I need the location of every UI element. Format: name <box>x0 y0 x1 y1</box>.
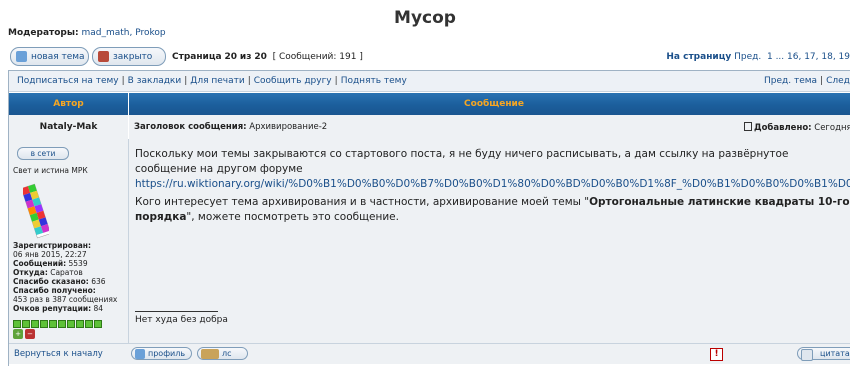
column-author-header: Автор <box>9 93 128 116</box>
topic-links-bar: Подписаться на тему | В закладки | Для печат… <box>9 71 850 92</box>
users-icon <box>201 349 219 359</box>
rep-block <box>58 320 66 328</box>
thanks-said-value: 636 <box>91 277 106 286</box>
page-current: 20 <box>224 52 238 62</box>
post-paragraph-1: Поскольку мои темы закрываются со старто… <box>135 147 850 192</box>
moderators: Модераторы: mad_math, Prokop <box>8 28 166 38</box>
bookmarks-link[interactable]: В закладки <box>128 76 182 86</box>
lock-icon <box>98 51 109 62</box>
rep-block <box>76 320 84 328</box>
quote-label: цитата <box>820 349 850 358</box>
post-footer: Вернуться к началу профиль лс ! цитата <box>9 343 850 364</box>
sep: | <box>121 76 125 86</box>
signature: Нет худа без добра <box>135 315 228 325</box>
rep-block <box>13 320 21 328</box>
next-topic-link[interactable]: След. те <box>826 76 850 86</box>
rep-label: Очков репутации: <box>13 304 92 313</box>
page-of: из <box>239 52 252 62</box>
post-date: Добавлено: Сегодня, 17 <box>744 122 850 133</box>
rep-value: 84 <box>93 304 104 313</box>
registered-label: Зарегистрирован: <box>13 241 91 250</box>
rep-block <box>22 320 30 328</box>
page-info: Страница 20 из 20 [ Сообщений: 191 ] <box>172 52 363 62</box>
from-value: Саратов <box>50 268 83 277</box>
closed-button[interactable]: закрыто <box>92 47 166 66</box>
profile-label: профиль <box>148 349 186 358</box>
reputation-bar <box>13 320 102 328</box>
signature-divider <box>135 311 218 312</box>
thumbs-up-icon[interactable]: + <box>13 329 23 339</box>
page-title: Мусор <box>394 8 456 28</box>
profile-icon <box>135 349 145 359</box>
sep: | <box>820 76 824 86</box>
pagination-pages[interactable]: 1 ... 16, 17, 18, 19 <box>767 52 850 62</box>
page-info-prefix: Страница <box>172 52 222 62</box>
report-icon[interactable]: ! <box>710 348 723 361</box>
post-subject-bar: Заголовок сообщения: Архивирование-2 Доб… <box>129 115 850 140</box>
thanks-got-value: 453 раз в 387 сообщениях <box>13 295 118 304</box>
subject-value: Архивирование-2 <box>249 122 328 132</box>
wiktionary-link[interactable]: https://ru.wiktionary.org/wiki/%D0%B1%D0… <box>135 178 850 190</box>
page-total: 20 <box>254 52 267 62</box>
messages-count: [ Сообщений: 191 ] <box>272 52 363 62</box>
rep-block <box>94 320 102 328</box>
moderators-label: Модераторы: <box>8 28 79 38</box>
post-body: Поскольку мои темы закрываются со старто… <box>129 139 850 343</box>
back-to-top-link[interactable]: Вернуться к началу <box>14 349 103 359</box>
pagination-prev[interactable]: Пред. <box>734 52 761 62</box>
online-status-button[interactable]: в сети <box>17 147 69 160</box>
sep: | <box>184 76 188 86</box>
moderators-links[interactable]: mad_math, Prokop <box>81 28 165 38</box>
closed-label: закрыто <box>113 51 153 62</box>
post-text-2c: ", можете посмотреть это сообщение. <box>186 211 399 223</box>
sep: | <box>247 76 251 86</box>
tell-friend-link[interactable]: Сообщить другу <box>254 76 332 86</box>
column-message-header: Сообщение <box>129 93 850 116</box>
thumbs-down-icon[interactable]: − <box>25 329 35 339</box>
post-icon <box>744 122 752 131</box>
profile-button[interactable]: профиль <box>131 347 192 360</box>
user-icons: + − <box>13 329 35 339</box>
topic-toolbar: новая тема закрыто Страница 20 из 20 [ С… <box>10 47 850 69</box>
pm-label: лс <box>222 349 232 358</box>
messages-value: 5539 <box>68 259 88 268</box>
rep-block <box>31 320 39 328</box>
bump-topic-link[interactable]: Поднять тему <box>341 76 407 86</box>
sep: | <box>334 76 338 86</box>
new-topic-icon <box>16 51 27 62</box>
avatar <box>23 183 49 239</box>
subject-label: Заголовок сообщения: <box>134 122 247 132</box>
print-link[interactable]: Для печати <box>190 76 244 86</box>
new-topic-button[interactable]: новая тема <box>10 47 89 66</box>
rep-block <box>40 320 48 328</box>
from-label: Откуда: <box>13 268 48 277</box>
author-profile-column: в сети Свет и истина МРК Зарегистрирован… <box>9 139 129 343</box>
added-label: Добавлено: <box>754 123 812 133</box>
rep-block <box>67 320 75 328</box>
post-paragraph-2: Кого интересует тема архивирования и в ч… <box>135 195 850 225</box>
topic-table: Подписаться на тему | В закладки | Для печат… <box>8 70 850 366</box>
pagination: На страницу Пред. 1 ... 16, 17, 18, 19 <box>666 52 850 62</box>
thanks-said-label: Спасибо сказано: <box>13 277 89 286</box>
post-subject: Заголовок сообщения: Архивирование-2 <box>134 122 327 132</box>
prev-topic-link[interactable]: Пред. тема <box>764 76 817 86</box>
rep-block <box>49 320 57 328</box>
registered-value: 06 янв 2015, 22:27 <box>13 250 87 259</box>
pagination-label: На страницу <box>666 52 732 62</box>
post-text-2a: Кого интересует тема архивирования и в ч… <box>135 196 590 208</box>
quote-icon <box>801 349 813 361</box>
quote-button[interactable]: цитата <box>797 347 850 361</box>
user-stats: Зарегистрирован: 06 янв 2015, 22:27 Сооб… <box>13 241 117 313</box>
post-text-1: Поскольку мои темы закрываются со старто… <box>135 148 789 175</box>
subscribe-link[interactable]: Подписаться на тему <box>17 76 119 86</box>
pm-button[interactable]: лс <box>197 347 248 360</box>
user-rank: Свет и истина МРК <box>13 166 88 175</box>
new-topic-label: новая тема <box>31 51 85 62</box>
messages-label: Сообщений: <box>13 259 67 268</box>
thanks-got-label: Спасибо получено: <box>13 286 96 295</box>
added-value: Сегодня, 17 <box>814 123 850 133</box>
post-author[interactable]: Nataly-Mak <box>9 115 128 140</box>
rep-block <box>85 320 93 328</box>
